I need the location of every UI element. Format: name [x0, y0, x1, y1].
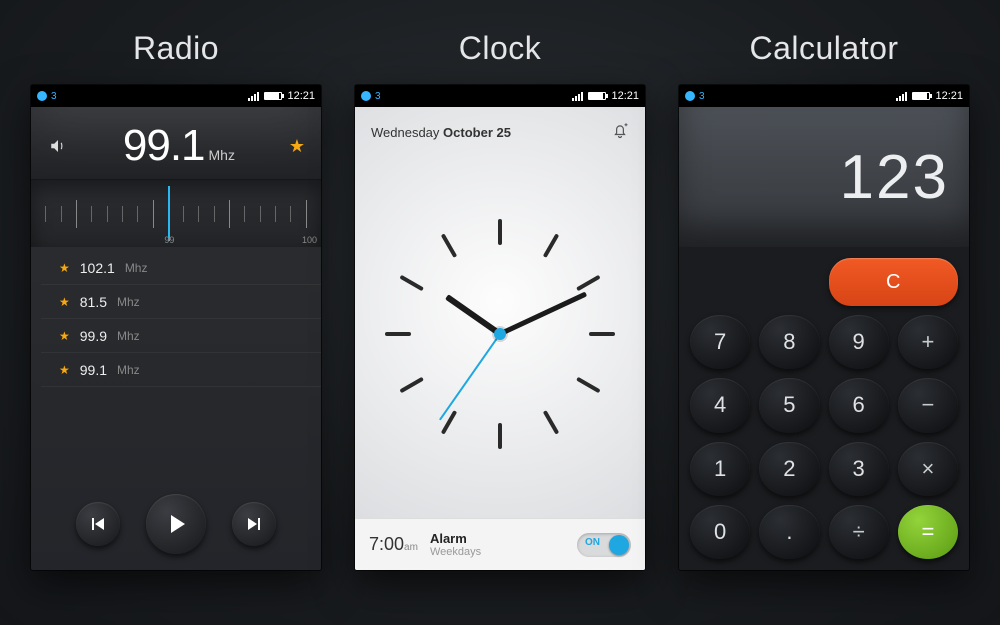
date-label: Wednesday October 25	[371, 125, 511, 140]
key-0[interactable]: 0	[690, 505, 750, 559]
radio-title: Radio	[133, 30, 219, 67]
radio-header: 99.1Mhz ★	[31, 107, 321, 179]
key-6[interactable]: 6	[829, 378, 889, 432]
play-button[interactable]	[146, 494, 206, 554]
favorites-list: ★102.1Mhz ★81.5Mhz ★99.9Mhz ★99.1Mhz	[31, 247, 321, 484]
alarm-row[interactable]: 7:00am Alarm Weekdays ON	[355, 518, 645, 570]
hour-hand	[445, 294, 502, 336]
status-bar: 3 12:21	[679, 85, 969, 107]
favorite-star-icon[interactable]: ★	[289, 136, 305, 157]
alarm-label: Alarm	[430, 531, 565, 546]
prev-button[interactable]	[76, 502, 120, 546]
key-9[interactable]: 9	[829, 315, 889, 369]
star-icon: ★	[59, 329, 70, 343]
carrier-indicator: 3	[361, 91, 381, 102]
clear-button[interactable]: C	[829, 258, 959, 306]
status-time: 12:21	[611, 90, 639, 102]
clock-column: Clock 3 12:21 Wednesday October 25	[355, 30, 645, 570]
favorite-row[interactable]: ★99.9Mhz	[41, 319, 321, 353]
signal-icon	[248, 92, 259, 101]
status-bar: 3 12:21	[31, 85, 321, 107]
second-hand	[439, 333, 501, 420]
radio-phone: 3 12:21 99.1Mhz ★	[31, 85, 321, 570]
star-icon: ★	[59, 363, 70, 377]
key-3[interactable]: 3	[829, 442, 889, 496]
calculator-phone: 3 12:21 123 C 7 8 9 + 4 5 6	[679, 85, 969, 570]
key-divide[interactable]: ÷	[829, 505, 889, 559]
calculator-column: Calculator 3 12:21 123 C 7 8 9 +	[679, 30, 969, 570]
radio-column: Radio 3 12:21 99.1Mhz ★	[31, 30, 321, 570]
add-alarm-icon[interactable]	[611, 121, 629, 144]
current-frequency: 99.1Mhz	[79, 121, 279, 171]
status-time: 12:21	[287, 90, 315, 102]
status-bar: 3 12:21	[355, 85, 645, 107]
signal-icon	[572, 92, 583, 101]
next-button[interactable]	[232, 502, 276, 546]
calculator-keypad: C 7 8 9 + 4 5 6 − 1 2 3 × 0 . ÷ =	[679, 247, 969, 570]
radio-controls	[31, 484, 321, 570]
dial-label: 99	[164, 235, 174, 245]
star-icon: ★	[59, 295, 70, 309]
clock-header: Wednesday October 25	[355, 107, 645, 150]
alarm-repeat: Weekdays	[430, 546, 565, 558]
speaker-icon[interactable]	[47, 135, 69, 157]
status-time: 12:21	[935, 90, 963, 102]
key-1[interactable]: 1	[690, 442, 750, 496]
key-decimal[interactable]: .	[759, 505, 819, 559]
battery-icon	[588, 92, 606, 100]
calculator-title: Calculator	[749, 30, 898, 67]
toggle-knob	[609, 535, 629, 555]
alarm-time: 7:00am	[369, 534, 418, 555]
tuner-needle	[168, 186, 170, 241]
key-7[interactable]: 7	[690, 315, 750, 369]
key-8[interactable]: 8	[759, 315, 819, 369]
key-2[interactable]: 2	[759, 442, 819, 496]
tuner-dial[interactable]: 99 100	[31, 179, 321, 247]
star-icon: ★	[59, 261, 70, 275]
favorite-row[interactable]: ★81.5Mhz	[41, 285, 321, 319]
minute-hand	[499, 292, 587, 337]
carrier-indicator: 3	[685, 91, 705, 102]
battery-icon	[264, 92, 282, 100]
key-plus[interactable]: +	[898, 315, 958, 369]
key-5[interactable]: 5	[759, 378, 819, 432]
key-4[interactable]: 4	[690, 378, 750, 432]
signal-icon	[896, 92, 907, 101]
carrier-indicator: 3	[37, 91, 57, 102]
favorite-row[interactable]: ★99.1Mhz	[41, 353, 321, 387]
calculator-display: 123	[679, 107, 969, 247]
clock-title: Clock	[459, 30, 542, 67]
clock-face	[355, 150, 645, 518]
battery-icon	[912, 92, 930, 100]
key-multiply[interactable]: ×	[898, 442, 958, 496]
play-icon	[171, 515, 185, 533]
alarm-toggle[interactable]: ON	[577, 533, 631, 557]
clock-hub	[494, 328, 506, 340]
key-equals[interactable]: =	[898, 505, 958, 559]
key-minus[interactable]: −	[898, 378, 958, 432]
favorite-row[interactable]: ★102.1Mhz	[41, 251, 321, 285]
clock-phone: 3 12:21 Wednesday October 25	[355, 85, 645, 570]
dial-label: 100	[302, 235, 317, 245]
